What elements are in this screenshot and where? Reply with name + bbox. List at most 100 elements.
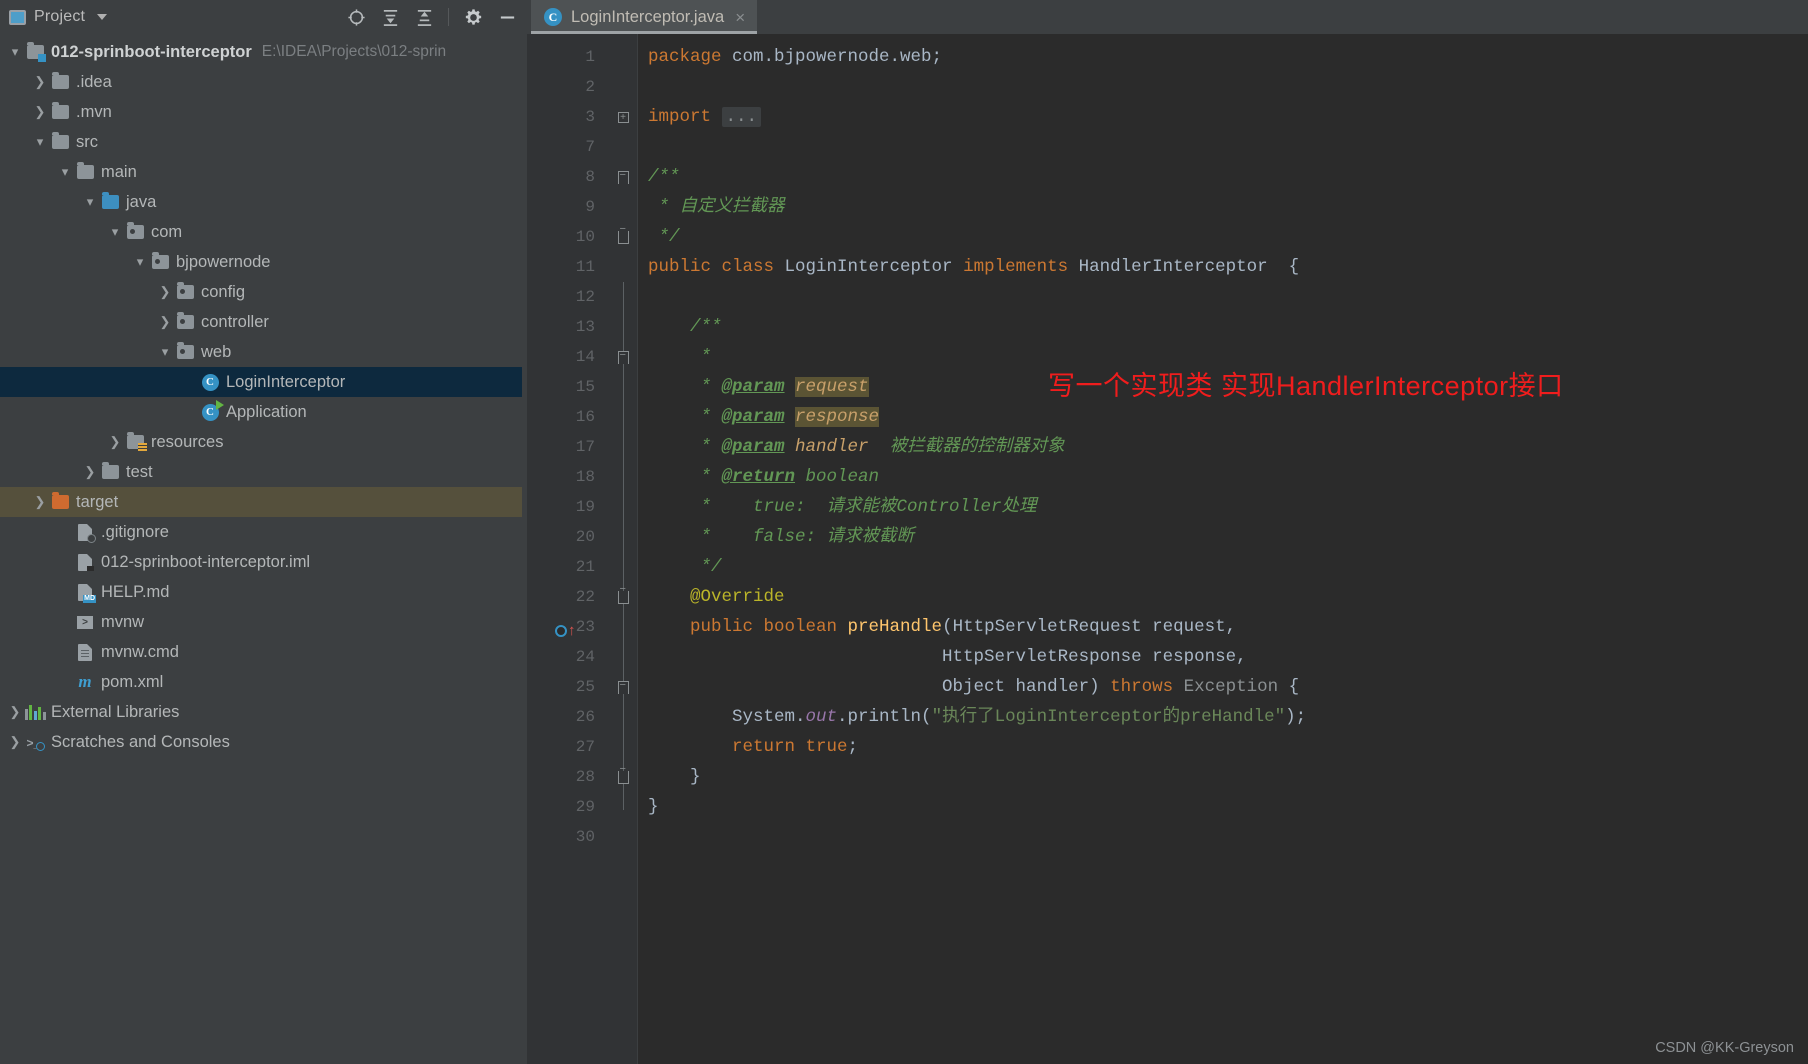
tree-label: 012-sprinboot-interceptor — [51, 42, 252, 61]
tree-label: External Libraries — [51, 702, 180, 721]
java-runnable-class-icon: C — [199, 399, 224, 421]
tree-label: pom.xml — [101, 672, 164, 691]
chevron-expanded-icon[interactable]: ▾ — [106, 224, 124, 240]
code-line-10: */ — [638, 222, 1808, 252]
tree-row-logininterceptor[interactable]: C LoginInterceptor — [0, 367, 527, 397]
chevron-collapsed-icon[interactable]: ❯ — [156, 314, 174, 330]
fold-minus-top-icon[interactable] — [617, 679, 629, 694]
tree-row-mvn[interactable]: ❯ .mvn — [0, 97, 527, 127]
tree-label: mvnw.cmd — [101, 642, 179, 661]
fold-gutter[interactable]: + — [609, 34, 637, 1064]
fold-collapse-method-javadoc-top[interactable] — [609, 342, 637, 372]
javadoc-star: * — [648, 197, 680, 217]
folded-imports-placeholder[interactable]: ... — [721, 107, 762, 127]
line-number: 29 — [575, 798, 595, 816]
tree-row-scratches-and-consoles[interactable]: ❯ >_ Scratches and Consoles — [0, 727, 527, 757]
fold-row — [609, 72, 637, 102]
editor-tab-logininterceptor[interactable]: C LoginInterceptor.java × — [531, 0, 758, 34]
tree-row-target[interactable]: ❯ target — [0, 487, 527, 517]
chevron-expanded-icon[interactable]: ▾ — [56, 164, 74, 180]
minimize-icon[interactable] — [497, 7, 517, 27]
chevron-collapsed-icon[interactable]: ❯ — [6, 704, 24, 720]
tree-row-mvnw[interactable]: > mvnw — [0, 607, 527, 637]
fold-minus-bottom-icon[interactable] — [617, 223, 629, 244]
expand-all-icon[interactable] — [380, 7, 400, 27]
fold-collapse-javadoc-bottom[interactable] — [609, 222, 637, 252]
toolbar-separator — [448, 8, 449, 26]
tree-row-controller[interactable]: ❯ controller — [0, 307, 527, 337]
fold-minus-top-icon[interactable] — [617, 349, 629, 364]
fold-expand-imports[interactable]: + — [609, 102, 637, 132]
chevron-expanded-icon[interactable]: ▾ — [156, 344, 174, 360]
line-number: 27 — [575, 738, 595, 756]
chevron-collapsed-icon[interactable]: ❯ — [31, 74, 49, 90]
code-line-27: return true; — [638, 732, 1808, 762]
project-panel-header: Project — [0, 0, 527, 34]
tree-row-idea[interactable]: ❯ .idea — [0, 67, 527, 97]
project-tool-window-title[interactable]: Project — [9, 8, 108, 26]
fold-minus-bottom-icon[interactable] — [617, 583, 629, 604]
code-content[interactable]: package com.bjpowernode.web; import ... … — [637, 34, 1808, 1064]
chevron-expanded-icon[interactable]: ▾ — [31, 134, 49, 150]
javadoc-close: */ — [648, 227, 680, 247]
tree-label: .idea — [76, 72, 112, 91]
tree-row-gitignore[interactable]: .gitignore — [0, 517, 527, 547]
project-path: E:\IDEA\Projects\012-sprin — [261, 43, 447, 60]
chevron-down-icon[interactable] — [97, 14, 108, 20]
tree-row-external-libraries[interactable]: ❯ External Libraries — [0, 697, 527, 727]
locate-icon[interactable] — [346, 7, 366, 27]
tree-row-web[interactable]: ▾ web — [0, 337, 527, 367]
close-icon[interactable]: × — [733, 9, 747, 26]
close-brace-class: } — [648, 797, 659, 817]
tree-row-config[interactable]: ❯ config — [0, 277, 527, 307]
class-name: LoginInterceptor — [784, 257, 953, 277]
fold-collapse-method-top[interactable] — [609, 672, 637, 702]
fold-collapse-javadoc-top[interactable] — [609, 162, 637, 192]
chevron-collapsed-icon[interactable]: ❯ — [31, 104, 49, 120]
tree-row-com[interactable]: ▾ com — [0, 217, 527, 247]
tree-row-src[interactable]: ▾ src — [0, 127, 527, 157]
fold-minus-bottom-icon[interactable] — [617, 763, 629, 784]
tree-row-mvnw-cmd[interactable]: mvnw.cmd — [0, 637, 527, 667]
statement-end: ; — [847, 737, 859, 757]
tree-row-resources[interactable]: ❯ resources — [0, 427, 527, 457]
tree-row-main[interactable]: ▾ main — [0, 157, 527, 187]
tree-row-pom-xml[interactable]: m pom.xml — [0, 667, 527, 697]
tree-row-project-root[interactable]: ▾ 012-sprinboot-interceptor E:\IDEA\Proj… — [0, 37, 527, 67]
source-folder-icon — [99, 192, 121, 209]
chevron-collapsed-icon[interactable]: ❯ — [6, 734, 24, 750]
fold-minus-top-icon[interactable] — [617, 169, 629, 184]
gear-icon[interactable] — [463, 7, 483, 27]
project-tree[interactable]: ▾ 012-sprinboot-interceptor E:\IDEA\Proj… — [0, 34, 527, 1064]
javadoc-param-desc: 被拦截器的控制器对象 — [868, 437, 1065, 457]
chevron-expanded-icon[interactable]: ▾ — [81, 194, 99, 210]
tree-row-java[interactable]: ▾ java — [0, 187, 527, 217]
javadoc-tag-param: @param — [721, 377, 785, 397]
chevron-expanded-icon[interactable]: ▾ — [131, 254, 149, 270]
chevron-collapsed-icon[interactable]: ❯ — [31, 494, 49, 510]
collapse-all-icon[interactable] — [414, 7, 434, 27]
javadoc-return-desc: boolean — [795, 467, 880, 487]
brace: { — [1278, 677, 1300, 697]
chevron-collapsed-icon[interactable]: ❯ — [81, 464, 99, 480]
tree-row-application[interactable]: C Application — [0, 397, 527, 427]
implementing-method-icon[interactable] — [555, 625, 567, 637]
tree-row-help-md[interactable]: MD HELP.md — [0, 577, 527, 607]
fold-collapse-method-bottom[interactable] — [609, 762, 637, 792]
teaching-annotation: 写一个实现类 实现HandlerInterceptor接口 — [1048, 371, 1564, 401]
chevron-collapsed-icon[interactable]: ❯ — [156, 284, 174, 300]
chevron-collapsed-icon[interactable]: ❯ — [106, 434, 124, 450]
gutter-override-marker[interactable]: ↑ — [555, 623, 576, 638]
javadoc-tag-param: @param — [721, 407, 785, 427]
tree-label: HELP.md — [101, 582, 170, 601]
annotation-override: @Override — [690, 587, 785, 607]
line-number: 12 — [575, 288, 595, 306]
fold-collapse-method-javadoc-bottom[interactable] — [609, 582, 637, 612]
tree-row-bjpowernode[interactable]: ▾ bjpowernode — [0, 247, 527, 277]
code-editor[interactable]: 1 2 3 7 8 9 10 11 12 13 14 15 16 17 18 19 20 21 22 23 24 25 26… — [527, 34, 1808, 1064]
chevron-expanded-icon[interactable]: ▾ — [6, 44, 24, 60]
tree-row-test[interactable]: ❯ test — [0, 457, 527, 487]
fold-plus-icon[interactable]: + — [617, 111, 629, 123]
tree-row-012-sprinboot-interceptor-iml[interactable]: 012-sprinboot-interceptor.iml — [0, 547, 527, 577]
javadoc-star: * — [648, 377, 722, 397]
